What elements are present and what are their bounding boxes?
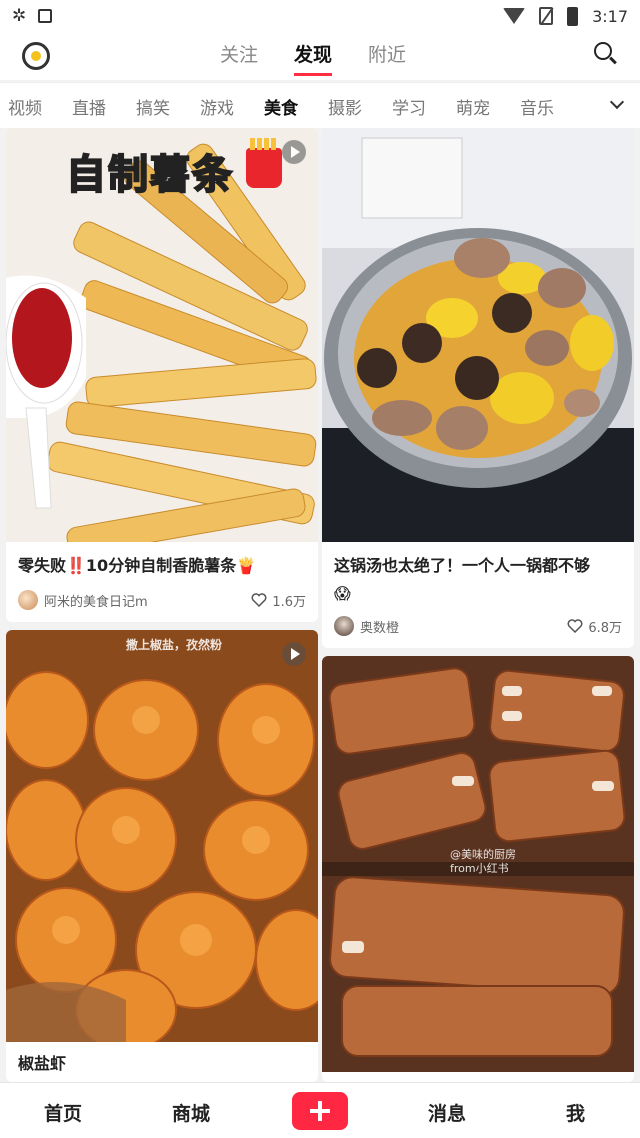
card-title: 椒盐虾 <box>18 1054 67 1073</box>
top-nav: 关注 发现 附近 <box>0 32 640 80</box>
category-food[interactable]: 美食 <box>264 94 298 119</box>
avatar[interactable] <box>18 590 38 610</box>
notification-box-icon <box>38 9 53 23</box>
top-tabs: 关注 发现 附近 <box>220 40 406 76</box>
feed-card-shrimp[interactable]: 撒上椒盐，孜然粉 椒盐虾 <box>6 630 318 1082</box>
author-name[interactable]: 阿米的美食日记m <box>44 591 148 610</box>
status-time: 3:17 <box>592 6 628 26</box>
like-button[interactable]: 1.6万 <box>251 591 306 610</box>
fries-emoji-icon <box>246 138 282 188</box>
bug-icon: ✲ <box>12 6 27 26</box>
shrimp-photo: 撒上椒盐，孜然粉 <box>6 630 318 1042</box>
app-logo-icon[interactable] <box>22 42 50 70</box>
video-play-icon <box>282 140 306 164</box>
category-pets[interactable]: 萌宠 <box>456 94 490 119</box>
like-count: 1.6万 <box>272 594 306 610</box>
tab-nearby[interactable]: 附近 <box>368 40 406 76</box>
avatar[interactable] <box>334 616 354 636</box>
author-name[interactable]: 奥数橙 <box>360 617 399 636</box>
ribs-photo: @美味的厨房 from小红书 <box>322 656 634 1072</box>
like-button[interactable]: 6.8万 <box>567 617 622 636</box>
category-photography[interactable]: 摄影 <box>328 94 362 119</box>
nav-messages[interactable]: 消息 <box>428 1099 466 1126</box>
search-icon[interactable] <box>594 42 618 66</box>
soup-photo <box>322 128 634 542</box>
category-bar: 视频 直播 搞笑 游戏 美食 摄影 学习 萌宠 音乐 <box>0 82 640 128</box>
tab-discover[interactable]: 发现 <box>294 40 333 76</box>
feed-card-fries[interactable]: 自制薯条 零失败‼️10分钟自制香脆薯条🍟 阿米的美食日记m 1.6万 <box>6 128 318 622</box>
category-games[interactable]: 游戏 <box>200 94 234 119</box>
bottom-nav: 首页 商城 消息 我 <box>0 1082 640 1138</box>
category-fade <box>580 83 640 128</box>
card-meta: 奥数橙 6.8万 <box>334 616 622 636</box>
shrimp-overlay-text: 撒上椒盐，孜然粉 <box>126 638 223 652</box>
feed-card-ribs[interactable]: @美味的厨房 from小红书 <box>322 656 634 1082</box>
nav-me[interactable]: 我 <box>566 1099 585 1126</box>
fries-photo: 自制薯条 <box>6 128 318 542</box>
category-study[interactable]: 学习 <box>392 94 426 119</box>
nav-home[interactable]: 首页 <box>44 1099 82 1126</box>
like-count: 6.8万 <box>588 620 622 636</box>
fries-overlay-title: 自制薯条 <box>65 151 234 199</box>
category-video[interactable]: 视频 <box>8 94 42 119</box>
category-music[interactable]: 音乐 <box>520 94 554 119</box>
heart-icon <box>251 593 267 607</box>
card-title-emoji: 😱 <box>334 584 351 603</box>
feed-card-soup[interactable]: 这锅汤也太绝了！一个人一锅都不够 😱 奥数橙 6.8万 <box>322 128 634 648</box>
ribs-watermark: @美味的厨房 from小红书 <box>450 848 516 875</box>
card-meta: 阿米的美食日记m 1.6万 <box>18 590 306 610</box>
tab-following[interactable]: 关注 <box>220 40 258 76</box>
no-sim-icon <box>539 7 554 25</box>
nav-mall[interactable]: 商城 <box>172 1099 210 1126</box>
video-play-icon <box>282 642 306 666</box>
plus-icon[interactable] <box>292 1092 348 1130</box>
status-bar: ✲ 3:17 <box>0 0 640 32</box>
card-title: 这锅汤也太绝了！一个人一锅都不够 <box>334 556 591 575</box>
heart-icon <box>567 619 583 633</box>
battery-icon <box>567 6 579 26</box>
category-funny[interactable]: 搞笑 <box>136 94 170 119</box>
card-title: 零失败‼️10分钟自制香脆薯条🍟 <box>18 556 257 575</box>
category-live[interactable]: 直播 <box>72 94 106 119</box>
wifi-icon <box>503 8 526 24</box>
